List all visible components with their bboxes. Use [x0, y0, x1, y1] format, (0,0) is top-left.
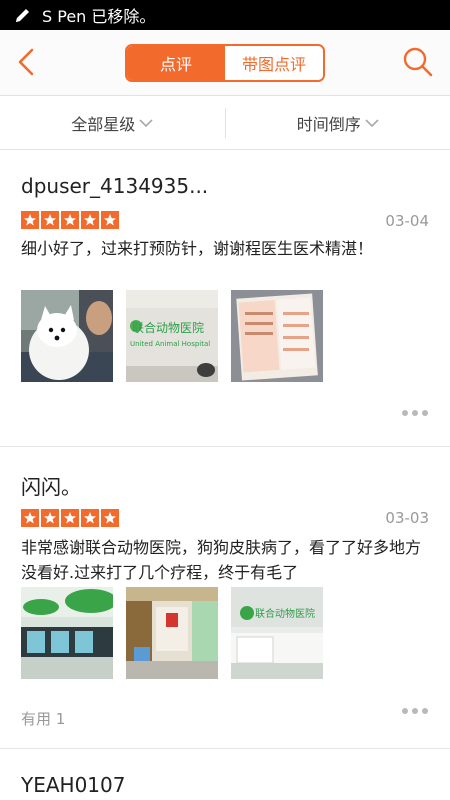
useful-count[interactable]: 有用 1 — [21, 708, 65, 729]
star-icon — [101, 509, 119, 527]
review-photo[interactable] — [21, 290, 113, 382]
filter-bar: 全部星级 时间倒序 — [0, 96, 450, 150]
review-text: 细小好了，过来打预防针，谢谢程医生医术精湛！ — [21, 239, 374, 258]
star-icon — [21, 211, 39, 229]
svg-text:United Animal Hospital: United Animal Hospital — [130, 340, 210, 348]
svg-text:联合动物医院: 联合动物医院 — [132, 320, 204, 335]
svg-text:联合动物医院: 联合动物医院 — [255, 607, 315, 620]
sort-filter-dropdown[interactable]: 时间倒序 — [226, 111, 450, 135]
review-photos: 联合动物医院 United Animal Hospital — [21, 290, 323, 382]
pen-icon — [16, 9, 29, 22]
star-icon — [41, 211, 59, 229]
star-icon — [41, 509, 59, 527]
review-username[interactable]: YEAH0107 — [21, 773, 125, 797]
star-icon — [81, 211, 99, 229]
review-type-toggle: 点评 带图点评 — [125, 44, 325, 82]
review-item[interactable]: 闪闪。 03-03 非常感谢联合动物医院，狗狗皮肤病了，看了了好多地方没看好.过… — [0, 447, 450, 749]
review-photo[interactable]: 联合动物医院 — [231, 587, 323, 679]
review-username[interactable]: 闪闪。 — [21, 471, 81, 500]
tab-reviews[interactable]: 点评 — [127, 46, 225, 80]
review-photos: 联合动物医院 — [21, 587, 323, 679]
review-text: 非常感谢联合动物医院，狗狗皮肤病了，看了了好多地方没看好.过来打了几个疗程，终于… — [21, 538, 422, 582]
star-rating — [21, 211, 119, 229]
top-nav-bar: 点评 带图点评 — [0, 30, 450, 96]
review-item[interactable]: dpuser_4134935... 03-04 细小好了，过来打预防针，谢谢程医… — [0, 150, 450, 447]
star-icon — [61, 211, 79, 229]
review-photo[interactable] — [126, 587, 218, 679]
tab-photo-reviews[interactable]: 带图点评 — [225, 46, 323, 80]
star-icon — [101, 211, 119, 229]
back-chevron-icon[interactable] — [12, 44, 42, 80]
review-date: 03-04 — [385, 212, 429, 230]
review-username[interactable]: dpuser_4134935... — [21, 174, 208, 198]
star-icon — [21, 509, 39, 527]
search-icon[interactable] — [402, 46, 434, 78]
rating-filter-label: 全部星级 — [71, 114, 136, 134]
chevron-down-icon — [365, 118, 379, 127]
review-photo[interactable] — [231, 290, 323, 382]
status-bar: S Pen 已移除。 — [0, 0, 450, 30]
star-icon — [81, 509, 99, 527]
review-date: 03-03 — [385, 509, 429, 527]
review-photo[interactable]: 联合动物医院 United Animal Hospital — [126, 290, 218, 382]
sort-filter-label: 时间倒序 — [296, 114, 361, 134]
status-text: S Pen 已移除。 — [42, 7, 156, 26]
rating-filter-dropdown[interactable]: 全部星级 — [0, 111, 225, 135]
more-options-icon[interactable] — [402, 708, 428, 714]
review-photo[interactable] — [21, 587, 113, 679]
review-item[interactable]: YEAH0107 — [0, 749, 450, 800]
star-rating — [21, 509, 119, 527]
chevron-down-icon — [139, 118, 153, 127]
star-icon — [61, 509, 79, 527]
more-options-icon[interactable] — [402, 410, 428, 416]
